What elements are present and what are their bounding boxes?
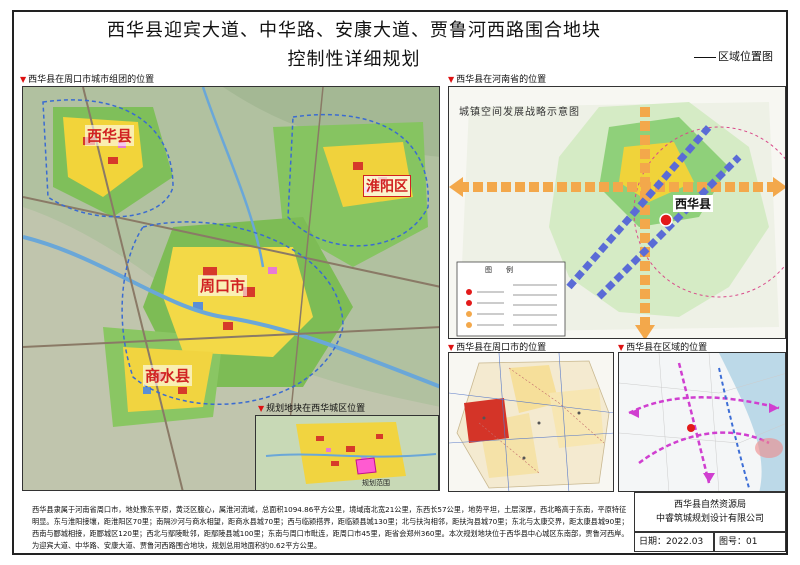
date-text: 日期：2022.03	[639, 537, 704, 547]
figno-box: 图号：01	[714, 532, 786, 552]
triangle-marker-icon: ▼	[448, 75, 455, 84]
henan-subtitle: 城镇空间发展战略示意图	[459, 107, 580, 118]
label-huaiyang: 淮阳区	[363, 175, 411, 197]
sheet-name: 区域位置图	[694, 48, 773, 64]
region-map	[618, 352, 786, 492]
label-shangshui: 商水县	[143, 365, 193, 386]
henan-map-graphic	[449, 87, 785, 338]
title-line-2: 控制性详细规划	[287, 49, 421, 70]
triangle-marker-icon: ▼	[20, 75, 27, 84]
triangle-marker-icon: ▼	[448, 343, 455, 352]
map-frame: 西华县迎宾大道、中华路、安康大道、贾鲁河西路围合地块 控制性详细规划 区域位置图…	[12, 10, 788, 555]
region-map-graphic	[619, 353, 785, 491]
org-box: 西华县自然资源局 中睿筑城规划设计有限公司	[634, 492, 786, 532]
label-xihua-henan: 西华县	[673, 195, 714, 212]
inset-map-graphic	[256, 416, 438, 490]
triangle-marker-icon: ▼	[618, 343, 625, 352]
triangle-marker-icon: ▼	[258, 404, 265, 413]
label-xihua: 西华县	[85, 125, 135, 146]
legend-title: 图 例	[485, 266, 513, 274]
label-zhoukou: 周口市	[198, 275, 248, 296]
city-map-graphic	[449, 353, 613, 491]
figure-number: 图号：01	[719, 537, 758, 547]
henan-strategy-map: 城镇空间发展战略示意图 西华县 图 例	[448, 86, 786, 339]
title-line-1: 西华县迎宾大道、中华路、安康大道、贾鲁河西路围合地块	[107, 20, 601, 41]
label-planning-area: 规划范围	[362, 479, 390, 487]
org-name-2: 中睿筑城规划设计有限公司	[655, 514, 764, 524]
org-name-1: 西华县自然资源局	[673, 500, 746, 510]
caption-zhoukou: ▼ 西华县在周口市城市组团的位置	[20, 75, 155, 85]
date-box: 日期：2022.03	[634, 532, 714, 552]
zhoukou-city-map	[448, 352, 614, 492]
caption-inset: ▼ 规划地块在西华城区位置	[258, 404, 366, 414]
caption-henan: ▼ 西华县在河南省的位置	[448, 75, 547, 85]
zhoukou-cluster-map: 西华县 淮阳区 周口市 商水县 ▼ 规划地块在西华城区位置 规划范围	[22, 86, 440, 491]
project-description: 西华县隶属于河南省周口市，地处豫东平原，黄泛区腹心，属淮河流域，总面积1094.…	[32, 505, 629, 550]
inset-map: 规划范围	[255, 415, 439, 490]
